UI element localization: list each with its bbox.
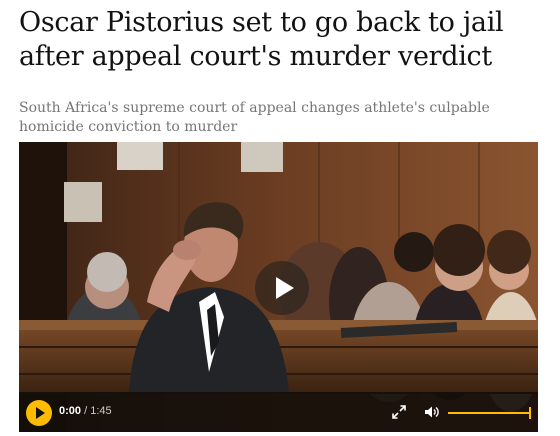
video-player[interactable]: 0:00 / 1:45	[19, 142, 538, 432]
time-display: 0:00 / 1:45	[59, 405, 112, 417]
play-button[interactable]	[26, 400, 52, 426]
volume-handle[interactable]	[529, 407, 531, 419]
play-icon	[276, 277, 294, 299]
standfirst: South Africa's supreme court of appeal c…	[19, 100, 490, 135]
volume-slider[interactable]	[448, 407, 531, 419]
duration: 1:45	[90, 405, 112, 417]
fullscreen-icon[interactable]	[391, 404, 407, 420]
volume-icon[interactable]	[424, 405, 440, 419]
big-play-button[interactable]	[255, 261, 309, 315]
play-icon	[36, 407, 45, 419]
headline: Oscar Pistorius set to go back to jail a…	[19, 7, 504, 72]
current-time: 0:00	[59, 405, 82, 417]
video-controls: 0:00 / 1:45	[19, 392, 538, 432]
time-separator: /	[84, 405, 88, 417]
